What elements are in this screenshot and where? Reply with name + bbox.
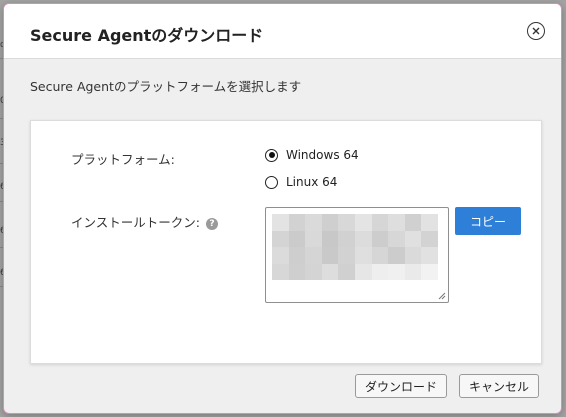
radio-label: Windows 64 — [286, 148, 359, 162]
dialog-title: Secure Agentのダウンロード — [30, 26, 264, 45]
radio-button-selected[interactable] — [265, 148, 278, 162]
install-token-textarea[interactable] — [265, 207, 449, 303]
download-dialog: Secure Agentのダウンロード Secure Agentのプラットフォー… — [3, 3, 562, 414]
download-button[interactable]: ダウンロード — [355, 374, 447, 398]
dialog-header: Secure Agentのダウンロード — [4, 4, 561, 59]
help-icon[interactable]: ? — [205, 217, 218, 230]
dialog-subtitle: Secure Agentのプラットフォームを選択します — [30, 79, 302, 94]
cancel-button[interactable]: キャンセル — [459, 374, 539, 398]
platform-label: プラットフォーム: — [71, 152, 175, 167]
token-label: インストールトークン: — [71, 215, 200, 230]
resize-grip-icon[interactable] — [438, 292, 446, 300]
settings-panel: プラットフォーム: Windows 64 Linux 64 インストールトークン… — [30, 120, 542, 364]
copy-button[interactable]: コピー — [455, 207, 521, 235]
token-redacted-blur — [272, 214, 438, 280]
close-button[interactable] — [527, 22, 545, 40]
radio-label: Linux 64 — [286, 175, 338, 189]
radio-linux-64[interactable]: Linux 64 — [265, 175, 337, 189]
radio-windows-64[interactable]: Windows 64 — [265, 148, 359, 162]
radio-button[interactable] — [265, 175, 278, 189]
close-icon — [532, 27, 540, 35]
token-label-row: インストールトークン:? — [71, 212, 218, 231]
